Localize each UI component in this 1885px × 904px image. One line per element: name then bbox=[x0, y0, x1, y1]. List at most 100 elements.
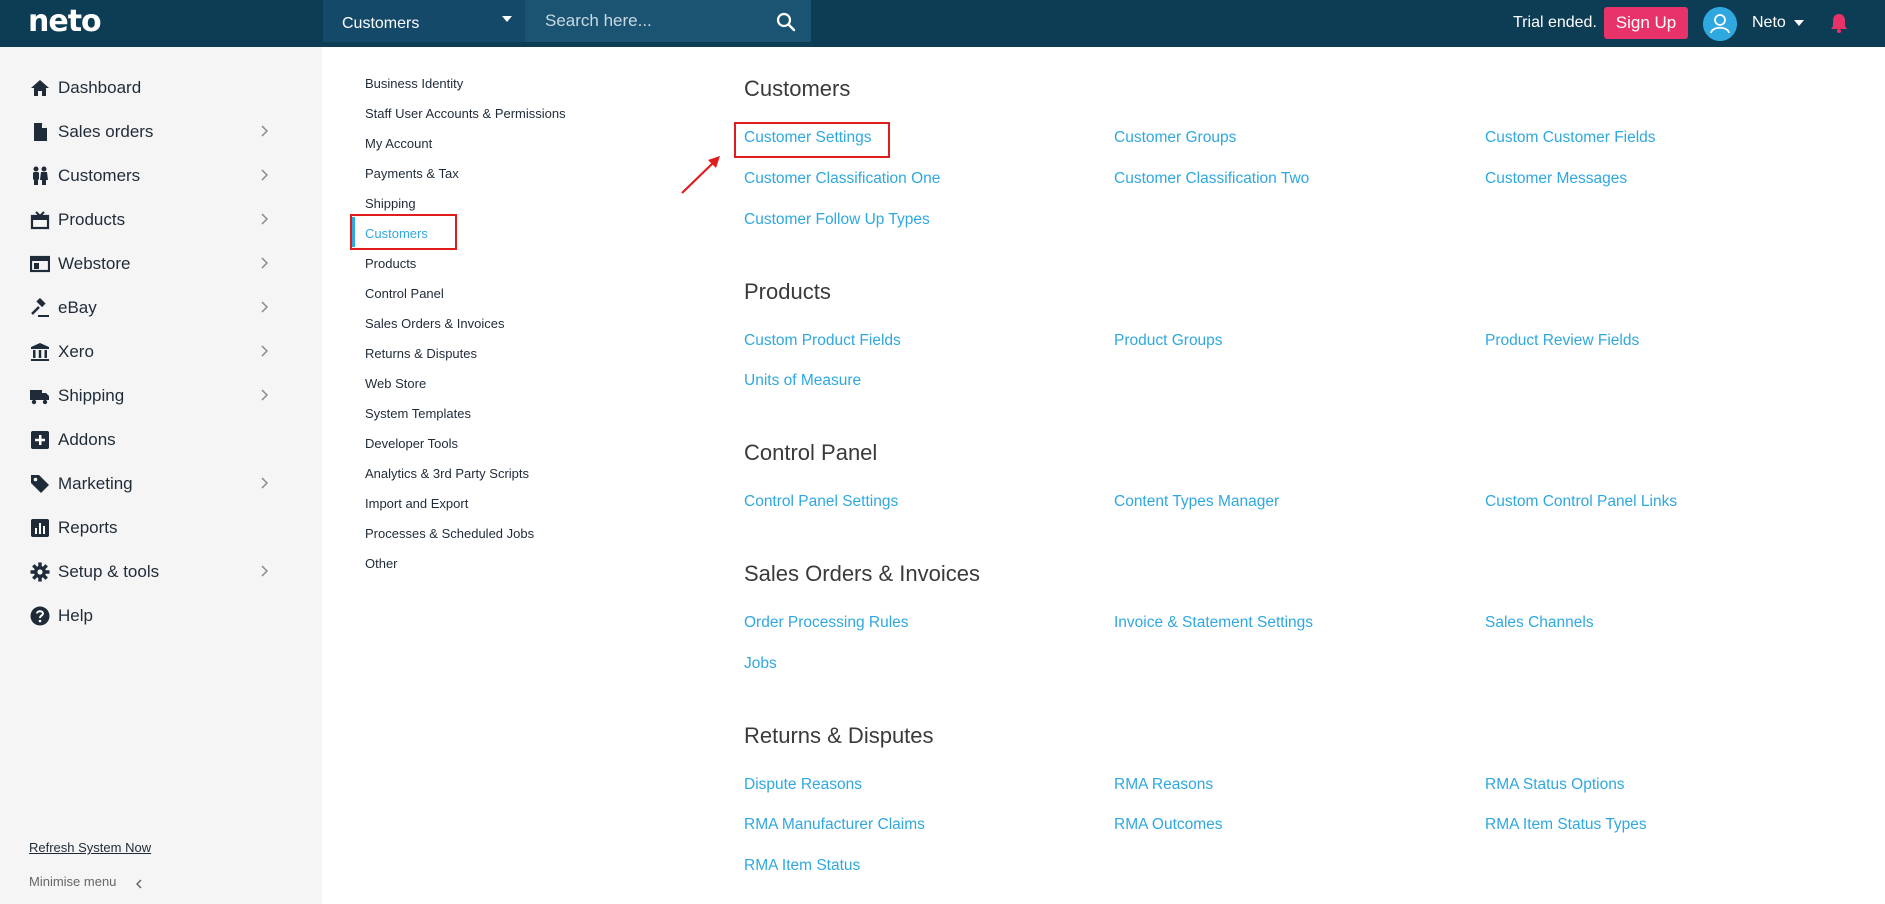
submenu-item-returns-disputes[interactable]: Returns & Disputes bbox=[365, 346, 477, 361]
link-customer-follow-up-types[interactable]: Customer Follow Up Types bbox=[744, 211, 930, 229]
submenu-item-other[interactable]: Other bbox=[365, 556, 398, 571]
link-rma-item-status[interactable]: RMA Item Status bbox=[744, 857, 860, 875]
link-rma-reasons[interactable]: RMA Reasons bbox=[1114, 776, 1213, 794]
sidebar-item-label: eBay bbox=[58, 298, 97, 317]
sidebar-item-label: Setup & tools bbox=[58, 562, 160, 581]
truck-icon bbox=[30, 390, 49, 405]
link-units-of-measure[interactable]: Units of Measure bbox=[744, 372, 861, 390]
link-jobs[interactable]: Jobs bbox=[744, 655, 777, 673]
sign-up-button[interactable]: Sign Up bbox=[1604, 7, 1688, 39]
link-rma-manufacturer-claims[interactable]: RMA Manufacturer Claims bbox=[744, 816, 925, 834]
chevron-right-icon bbox=[261, 301, 268, 313]
annotation-arrow-icon bbox=[681, 156, 720, 194]
submenu-item-developer-tools[interactable]: Developer Tools bbox=[365, 436, 458, 451]
sidebar-item-products[interactable]: Products bbox=[0, 200, 322, 240]
submenu-item-import-export[interactable]: Import and Export bbox=[365, 496, 468, 511]
submenu-item-control-panel[interactable]: Control Panel bbox=[365, 286, 444, 301]
minimise-menu-button[interactable]: Minimise menu bbox=[29, 874, 116, 889]
top-bar: neto Customers Trial ended. Sign Up Neto bbox=[0, 0, 1885, 47]
section-title-customers: Customers bbox=[744, 76, 851, 101]
sidebar-item-label: Xero bbox=[58, 342, 94, 361]
link-rma-outcomes[interactable]: RMA Outcomes bbox=[1114, 816, 1223, 834]
submenu-item-products[interactable]: Products bbox=[365, 256, 416, 271]
refresh-system-link[interactable]: Refresh System Now bbox=[29, 840, 151, 855]
chart-icon bbox=[31, 519, 49, 537]
link-invoice-statement-settings[interactable]: Invoice & Statement Settings bbox=[1114, 614, 1313, 632]
link-dispute-reasons[interactable]: Dispute Reasons bbox=[744, 776, 862, 794]
section-title-products: Products bbox=[744, 279, 831, 304]
link-order-processing-rules[interactable]: Order Processing Rules bbox=[744, 614, 909, 632]
sidebar-item-label: Sales orders bbox=[58, 122, 154, 141]
sidebar-item-customers[interactable]: Customers bbox=[0, 156, 322, 196]
chevron-right-icon bbox=[261, 565, 268, 577]
submenu-item-my-account[interactable]: My Account bbox=[365, 136, 432, 151]
link-product-review-fields[interactable]: Product Review Fields bbox=[1485, 332, 1639, 350]
search-icon[interactable] bbox=[776, 12, 796, 32]
submenu-item-business-identity[interactable]: Business Identity bbox=[365, 76, 463, 91]
search-category-select[interactable]: Customers bbox=[323, 0, 525, 42]
submenu-item-analytics-scripts[interactable]: Analytics & 3rd Party Scripts bbox=[365, 466, 529, 481]
bell-icon[interactable] bbox=[1830, 13, 1848, 33]
link-custom-control-panel-links[interactable]: Custom Control Panel Links bbox=[1485, 493, 1677, 511]
link-rma-item-status-types[interactable]: RMA Item Status Types bbox=[1485, 816, 1647, 834]
sidebar-item-marketing[interactable]: Marketing bbox=[0, 464, 322, 504]
gavel-icon bbox=[31, 298, 49, 317]
sidebar-item-webstore[interactable]: Webstore bbox=[0, 244, 322, 284]
link-customer-groups[interactable]: Customer Groups bbox=[1114, 129, 1236, 147]
section-title-sales-orders-invoices: Sales Orders & Invoices bbox=[744, 561, 980, 586]
section-title-control-panel: Control Panel bbox=[744, 440, 878, 465]
sidebar-item-label: Products bbox=[58, 210, 126, 229]
user-menu[interactable]: Neto bbox=[1752, 14, 1786, 32]
trial-status-text: Trial ended. bbox=[1513, 14, 1597, 31]
link-custom-product-fields[interactable]: Custom Product Fields bbox=[744, 332, 901, 350]
link-customer-classification-one[interactable]: Customer Classification One bbox=[744, 170, 940, 188]
submenu-item-processes-jobs[interactable]: Processes & Scheduled Jobs bbox=[365, 526, 534, 541]
link-product-groups[interactable]: Product Groups bbox=[1114, 332, 1223, 350]
submenu-item-system-templates[interactable]: System Templates bbox=[365, 406, 471, 421]
link-rma-status-options[interactable]: RMA Status Options bbox=[1485, 776, 1625, 794]
chevron-down-icon bbox=[1794, 20, 1804, 26]
link-sales-channels[interactable]: Sales Channels bbox=[1485, 614, 1594, 632]
sidebar-item-label: Marketing bbox=[58, 474, 133, 493]
sidebar-item-dashboard[interactable]: Dashboard bbox=[0, 68, 322, 108]
neto-logo[interactable]: neto bbox=[28, 4, 102, 39]
sidebar-item-addons[interactable]: Addons bbox=[0, 420, 322, 460]
submenu-item-staff-user-accounts[interactable]: Staff User Accounts & Permissions bbox=[365, 106, 566, 121]
sidebar-item-sales-orders[interactable]: Sales orders bbox=[0, 112, 322, 152]
chevron-right-icon bbox=[261, 389, 268, 401]
link-customer-settings[interactable]: Customer Settings bbox=[744, 129, 872, 147]
link-content-types-manager[interactable]: Content Types Manager bbox=[1114, 493, 1279, 511]
link-custom-customer-fields[interactable]: Custom Customer Fields bbox=[1485, 129, 1656, 147]
box-icon bbox=[30, 211, 50, 230]
window-icon bbox=[30, 255, 50, 273]
link-customer-messages[interactable]: Customer Messages bbox=[1485, 170, 1627, 188]
sidebar-item-reports[interactable]: Reports bbox=[0, 508, 322, 548]
sidebar-item-setup-tools[interactable]: Setup & tools bbox=[0, 552, 322, 592]
search-category-label: Customers bbox=[342, 15, 420, 32]
tag-icon bbox=[31, 475, 49, 493]
sidebar-item-ebay[interactable]: eBay bbox=[0, 288, 322, 328]
section-title-returns-disputes: Returns & Disputes bbox=[744, 723, 934, 748]
chevron-right-icon bbox=[261, 257, 268, 269]
link-customer-classification-two[interactable]: Customer Classification Two bbox=[1114, 170, 1309, 188]
chevron-right-icon bbox=[261, 125, 268, 137]
avatar[interactable] bbox=[1703, 7, 1737, 41]
search-input[interactable] bbox=[525, 0, 769, 42]
submenu-item-shipping[interactable]: Shipping bbox=[365, 196, 416, 211]
chevron-right-icon bbox=[261, 213, 268, 225]
submenu-item-sales-orders-invoices[interactable]: Sales Orders & Invoices bbox=[365, 316, 504, 331]
submenu-item-web-store[interactable]: Web Store bbox=[365, 376, 426, 391]
gear-icon bbox=[30, 562, 50, 582]
submenu-item-payments-tax[interactable]: Payments & Tax bbox=[365, 166, 459, 181]
home-icon bbox=[31, 80, 49, 96]
sidebar-item-label: Reports bbox=[58, 518, 118, 537]
chevron-right-icon bbox=[261, 345, 268, 357]
link-control-panel-settings[interactable]: Control Panel Settings bbox=[744, 493, 898, 511]
plus-square-icon bbox=[31, 431, 49, 449]
sidebar-item-xero[interactable]: Xero bbox=[0, 332, 322, 372]
chevron-left-icon[interactable] bbox=[136, 879, 142, 889]
sidebar: Dashboard Sales orders Customers Product… bbox=[0, 47, 322, 904]
sidebar-item-shipping[interactable]: Shipping bbox=[0, 376, 322, 416]
chevron-down-icon bbox=[502, 16, 512, 22]
sidebar-item-help[interactable]: Help bbox=[0, 596, 322, 636]
